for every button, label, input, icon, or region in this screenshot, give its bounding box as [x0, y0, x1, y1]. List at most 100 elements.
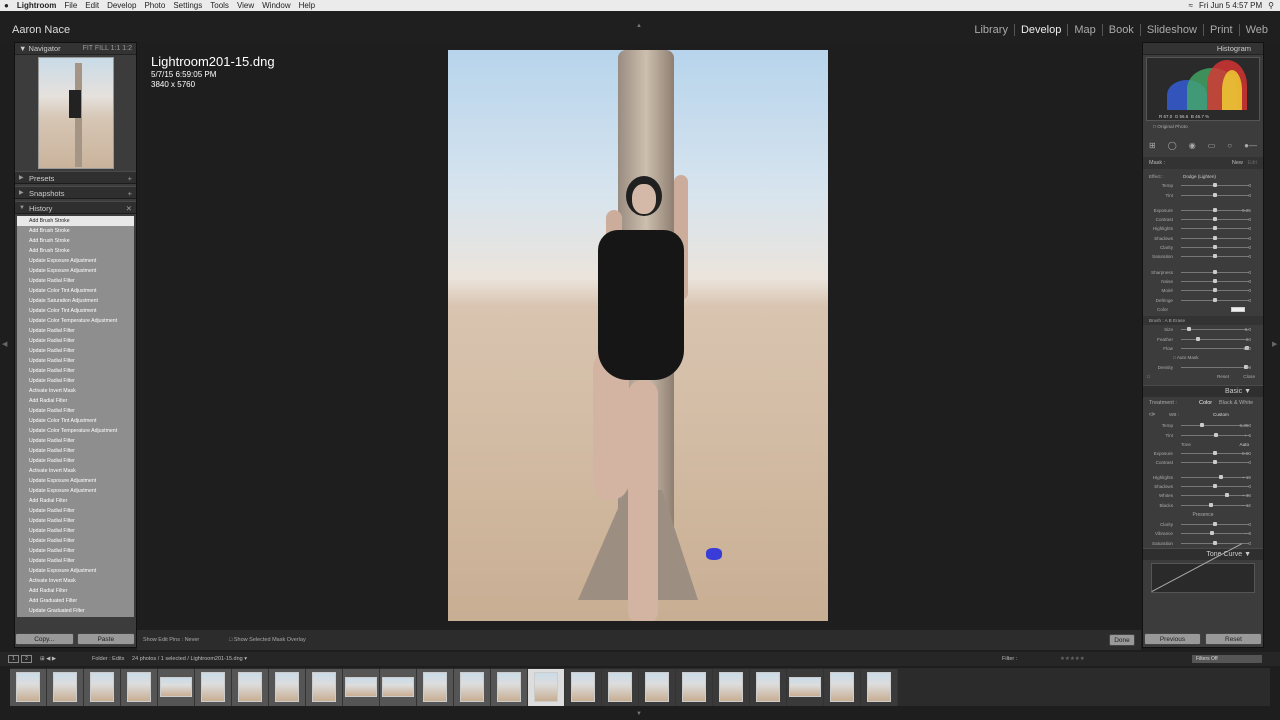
- effect-select[interactable]: Dodge (Lighten): [1183, 172, 1216, 181]
- rating-filter-stars[interactable]: ★★★★★: [1060, 652, 1085, 666]
- show-pins-select[interactable]: Never: [185, 637, 200, 643]
- module-map[interactable]: Map: [1067, 24, 1101, 36]
- slider-value[interactable]: 0: [1248, 296, 1251, 305]
- history-item[interactable]: Update Radial Filter: [17, 536, 134, 546]
- filmstrip-thumbnail[interactable]: [269, 668, 306, 706]
- menu-photo[interactable]: Photo: [144, 0, 165, 11]
- slider-value[interactable]: 0: [1248, 520, 1251, 529]
- filmstrip-thumbnail[interactable]: [380, 668, 417, 706]
- grid-overlay-icon[interactable]: ⊞: [1149, 141, 1156, 150]
- slider-track[interactable]: [1181, 348, 1249, 350]
- add-snapshot-icon[interactable]: +: [128, 187, 132, 200]
- history-item[interactable]: Activate Invert Mask: [17, 466, 134, 476]
- navigator-header[interactable]: ▼ Navigator FIT FILL 1:1 1:2: [15, 43, 136, 55]
- slider-handle[interactable]: [1213, 235, 1217, 240]
- slider-value[interactable]: 0: [1248, 252, 1251, 261]
- history-item[interactable]: Update Radial Filter: [17, 446, 134, 456]
- slider-handle[interactable]: [1213, 288, 1217, 293]
- slider-handle[interactable]: [1213, 192, 1217, 197]
- module-slideshow[interactable]: Slideshow: [1139, 24, 1203, 36]
- color-swatch[interactable]: [1231, 306, 1245, 312]
- slider-value[interactable]: + 19: [1242, 473, 1251, 482]
- zoom-options[interactable]: FIT FILL 1:1 1:2: [83, 43, 132, 55]
- filmstrip-thumbnail[interactable]: [306, 668, 343, 706]
- module-book[interactable]: Book: [1101, 24, 1140, 36]
- history-item[interactable]: Add Radial Filter: [17, 396, 134, 406]
- history-item[interactable]: Add Brush Stroke: [17, 216, 134, 226]
- mask-new-button[interactable]: New: [1232, 160, 1243, 166]
- slider-handle[interactable]: [1196, 336, 1201, 341]
- filmstrip-thumbnail[interactable]: [861, 668, 898, 706]
- module-web[interactable]: Web: [1238, 24, 1274, 36]
- filmstrip-thumbnail[interactable]: [121, 668, 158, 706]
- slider-track[interactable]: [1181, 504, 1249, 506]
- slider-value[interactable]: − 12: [1242, 501, 1251, 510]
- history-item[interactable]: Activate Invert Mask: [17, 386, 134, 396]
- histogram-chart[interactable]: R 67.0 G 56.6 B 46.7 %: [1146, 57, 1260, 121]
- history-item[interactable]: Update Radial Filter: [17, 556, 134, 566]
- search-icon[interactable]: ⚲: [1268, 0, 1274, 11]
- slider-value[interactable]: 6.0: [1245, 325, 1251, 334]
- history-item[interactable]: Update Radial Filter: [17, 526, 134, 536]
- slider-value[interactable]: 0: [1248, 181, 1251, 190]
- filmstrip-thumbnail[interactable]: [454, 668, 491, 706]
- module-print[interactable]: Print: [1202, 24, 1239, 36]
- crop-icon[interactable]: ◯: [1168, 141, 1177, 150]
- filmstrip-thumbnail[interactable]: [232, 668, 269, 706]
- history-item[interactable]: Update Radial Filter: [17, 436, 134, 446]
- collapse-right-icon[interactable]: ▶: [1272, 340, 1277, 348]
- filmstrip-thumbnail[interactable]: [417, 668, 454, 706]
- wb-select[interactable]: Custom: [1213, 409, 1229, 421]
- slider-handle[interactable]: [1213, 460, 1217, 465]
- menu-edit[interactable]: Edit: [85, 0, 99, 11]
- history-item[interactable]: Update Exposure Adjustment: [17, 266, 134, 276]
- brush-tabs[interactable]: Brush : A B Erase: [1149, 316, 1185, 325]
- slider-handle[interactable]: [1214, 432, 1219, 437]
- module-develop[interactable]: Develop: [1013, 24, 1067, 36]
- menu-tools[interactable]: Tools: [210, 0, 229, 11]
- adjustment-brush-icon[interactable]: ●—: [1244, 141, 1257, 150]
- filmstrip-thumbnail[interactable]: [602, 668, 639, 706]
- filmstrip-thumbnail[interactable]: [195, 668, 232, 706]
- slider-value[interactable]: 0: [1248, 234, 1251, 243]
- history-item[interactable]: Update Radial Filter: [17, 406, 134, 416]
- slider-value[interactable]: 0: [1248, 286, 1251, 295]
- brush-switch-icon[interactable]: □: [1147, 372, 1150, 381]
- slider-value[interactable]: 0: [1248, 539, 1251, 548]
- history-item[interactable]: Update Radial Filter: [17, 376, 134, 386]
- menu-window[interactable]: Window: [262, 0, 290, 11]
- slider-value[interactable]: 0.25: [1242, 206, 1251, 215]
- slider-handle[interactable]: [1225, 493, 1230, 498]
- slider-value[interactable]: + 6: [1244, 431, 1251, 440]
- tone-curve-graph[interactable]: [1151, 562, 1255, 593]
- brush-close-button[interactable]: Close: [1243, 372, 1255, 381]
- slider-handle[interactable]: [1213, 297, 1217, 302]
- menu-view[interactable]: View: [237, 0, 254, 11]
- history-item[interactable]: Update Radial Filter: [17, 346, 134, 356]
- history-item[interactable]: Update Color Tint Adjustment: [17, 306, 134, 316]
- brush-row[interactable]: Brush : A B Erase: [1143, 316, 1263, 326]
- history-item[interactable]: Update Graduated Filter: [17, 606, 134, 616]
- slider-handle[interactable]: [1213, 254, 1217, 259]
- filmstrip-source[interactable]: Folder : Edits 24 photos / 1 selected / …: [92, 652, 247, 666]
- snapshots-header[interactable]: ▶ Snapshots +: [15, 186, 136, 199]
- slider-value[interactable]: 0: [1248, 277, 1251, 286]
- history-item[interactable]: Update Color Temperature Adjustment: [17, 316, 134, 326]
- collapse-bottom-icon[interactable]: ▼: [636, 711, 642, 717]
- graduated-filter-icon[interactable]: ▭: [1208, 141, 1216, 150]
- clear-history-icon[interactable]: ✕: [126, 202, 132, 215]
- treatment-color[interactable]: Color: [1199, 397, 1212, 409]
- slider-track[interactable]: [1181, 338, 1249, 340]
- tone-auto-button[interactable]: Auto: [1240, 440, 1249, 449]
- history-item[interactable]: Update Exposure Adjustment: [17, 256, 134, 266]
- slider-handle[interactable]: [1213, 183, 1217, 188]
- slider-value[interactable]: 0: [1248, 458, 1251, 467]
- treatment-bw[interactable]: Black & White: [1219, 397, 1253, 409]
- filmstrip-thumbnail[interactable]: [343, 668, 380, 706]
- slider-value[interactable]: 0.00: [1242, 449, 1251, 458]
- slider-value[interactable]: 6,350: [1240, 421, 1252, 430]
- paste-button[interactable]: Paste: [76, 633, 135, 645]
- history-item[interactable]: Update Radial Filter: [17, 276, 134, 286]
- collapse-top-icon[interactable]: ▲: [636, 23, 642, 29]
- slider-value[interactable]: 0: [1248, 482, 1251, 491]
